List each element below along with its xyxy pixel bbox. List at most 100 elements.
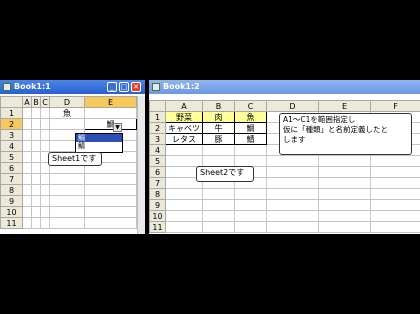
column-header-b[interactable]: B [202, 100, 235, 112]
cell-c9[interactable] [40, 195, 50, 207]
title-bar[interactable]: Book1:1 _ □ ✕ [0, 80, 145, 94]
cell-b7[interactable] [31, 173, 41, 185]
cell-d5[interactable] [266, 155, 319, 167]
maximize-button[interactable]: □ [119, 82, 129, 92]
cell-d8[interactable] [49, 184, 85, 196]
row-header[interactable]: 4 [0, 140, 23, 152]
cell-c1[interactable] [40, 107, 50, 119]
cell-c11[interactable] [234, 221, 267, 233]
cell-c11[interactable] [40, 217, 50, 229]
cell-f5[interactable] [370, 155, 420, 167]
cell-c1[interactable]: 魚 [234, 111, 267, 123]
cell-a6[interactable] [22, 162, 32, 174]
cell-c3[interactable]: 鯖 [234, 133, 267, 145]
dropdown-arrow-button[interactable]: ▼ [113, 123, 122, 132]
cell-b10[interactable] [202, 210, 235, 222]
row-header[interactable]: 11 [149, 221, 166, 233]
cell-b4[interactable] [202, 144, 235, 156]
cell-e7[interactable] [318, 177, 371, 189]
row-header[interactable]: 8 [0, 184, 23, 196]
cell-d7[interactable] [266, 177, 319, 189]
cell-a4[interactable] [22, 140, 32, 152]
cell-e6[interactable] [318, 166, 371, 178]
cell-f11[interactable] [370, 221, 420, 233]
cell-b8[interactable] [31, 184, 41, 196]
row-header[interactable]: 9 [0, 195, 23, 207]
cell-a8[interactable] [22, 184, 32, 196]
column-header-d[interactable]: D [266, 100, 319, 112]
row-header[interactable]: 7 [149, 177, 166, 189]
cell-c9[interactable] [234, 199, 267, 211]
cell-e10[interactable] [84, 206, 137, 218]
dropdown-option[interactable]: 鯛 [76, 134, 122, 142]
column-header-c[interactable]: C [40, 96, 50, 108]
cell-a9[interactable] [165, 199, 203, 211]
row-header[interactable]: 10 [149, 210, 166, 222]
row-header[interactable]: 5 [0, 151, 23, 163]
cell-f6[interactable] [370, 166, 420, 178]
cell-f8[interactable] [370, 188, 420, 200]
cell-b3[interactable]: 豚 [202, 133, 235, 145]
row-header[interactable]: 1 [0, 107, 23, 119]
column-header-d[interactable]: D [49, 96, 85, 108]
cell-a5[interactable] [165, 155, 203, 167]
row-header[interactable]: 5 [149, 155, 166, 167]
cell-c10[interactable] [234, 210, 267, 222]
column-header-e[interactable]: E [84, 96, 137, 108]
cell-f9[interactable] [370, 199, 420, 211]
cell-d11[interactable] [266, 221, 319, 233]
cell-b4[interactable] [31, 140, 41, 152]
cell-c3[interactable] [40, 129, 50, 141]
cell-f10[interactable] [370, 210, 420, 222]
cell-a2[interactable]: キャベツ [165, 122, 203, 134]
row-header[interactable]: 2 [0, 118, 23, 130]
close-button[interactable]: ✕ [131, 82, 141, 92]
cell-b9[interactable] [202, 199, 235, 211]
cell-d9[interactable] [49, 195, 85, 207]
cell-a3[interactable]: レタス [165, 133, 203, 145]
row-header[interactable]: 1 [149, 111, 166, 123]
validation-dropdown-list[interactable]: 鯛 鯖 [75, 133, 123, 153]
column-header-b[interactable]: B [31, 96, 41, 108]
dropdown-option[interactable]: 鯖 [76, 142, 122, 150]
cell-c7[interactable] [40, 173, 50, 185]
cell-e2[interactable]: 鯛 [84, 118, 137, 130]
cell-f7[interactable] [370, 177, 420, 189]
cell-c4[interactable] [234, 144, 267, 156]
cell-d7[interactable] [49, 173, 85, 185]
row-header[interactable]: 11 [0, 217, 23, 229]
cell-c4[interactable] [40, 140, 50, 152]
cell-d9[interactable] [266, 199, 319, 211]
row-header[interactable]: 3 [0, 129, 23, 141]
title-bar[interactable]: Book1:2 [149, 80, 420, 94]
cell-e8[interactable] [84, 184, 137, 196]
column-header-a[interactable]: A [22, 96, 32, 108]
cell-d6[interactable] [266, 166, 319, 178]
cell-a8[interactable] [165, 188, 203, 200]
cell-e7[interactable] [84, 173, 137, 185]
cell-a3[interactable] [22, 129, 32, 141]
column-header-a[interactable]: A [165, 100, 203, 112]
cell-b2[interactable]: 牛 [202, 122, 235, 134]
cell-d11[interactable] [49, 217, 85, 229]
cell-c8[interactable] [40, 184, 50, 196]
row-header[interactable]: 4 [149, 144, 166, 156]
cell-e11[interactable] [318, 221, 371, 233]
cell-a9[interactable] [22, 195, 32, 207]
cell-a5[interactable] [22, 151, 32, 163]
cell-e5[interactable] [318, 155, 371, 167]
cell-c10[interactable] [40, 206, 50, 218]
cell-a2[interactable] [22, 118, 32, 130]
cell-e9[interactable] [318, 199, 371, 211]
row-header[interactable]: 7 [0, 173, 23, 185]
cell-b1[interactable]: 肉 [202, 111, 235, 123]
row-header[interactable]: 3 [149, 133, 166, 145]
cell-c5[interactable] [234, 155, 267, 167]
row-header[interactable]: 6 [0, 162, 23, 174]
cell-c2[interactable] [40, 118, 50, 130]
column-header-e[interactable]: E [318, 100, 371, 112]
cell-e11[interactable] [84, 217, 137, 229]
row-header[interactable]: 9 [149, 199, 166, 211]
column-header-c[interactable]: C [234, 100, 267, 112]
cell-d8[interactable] [266, 188, 319, 200]
